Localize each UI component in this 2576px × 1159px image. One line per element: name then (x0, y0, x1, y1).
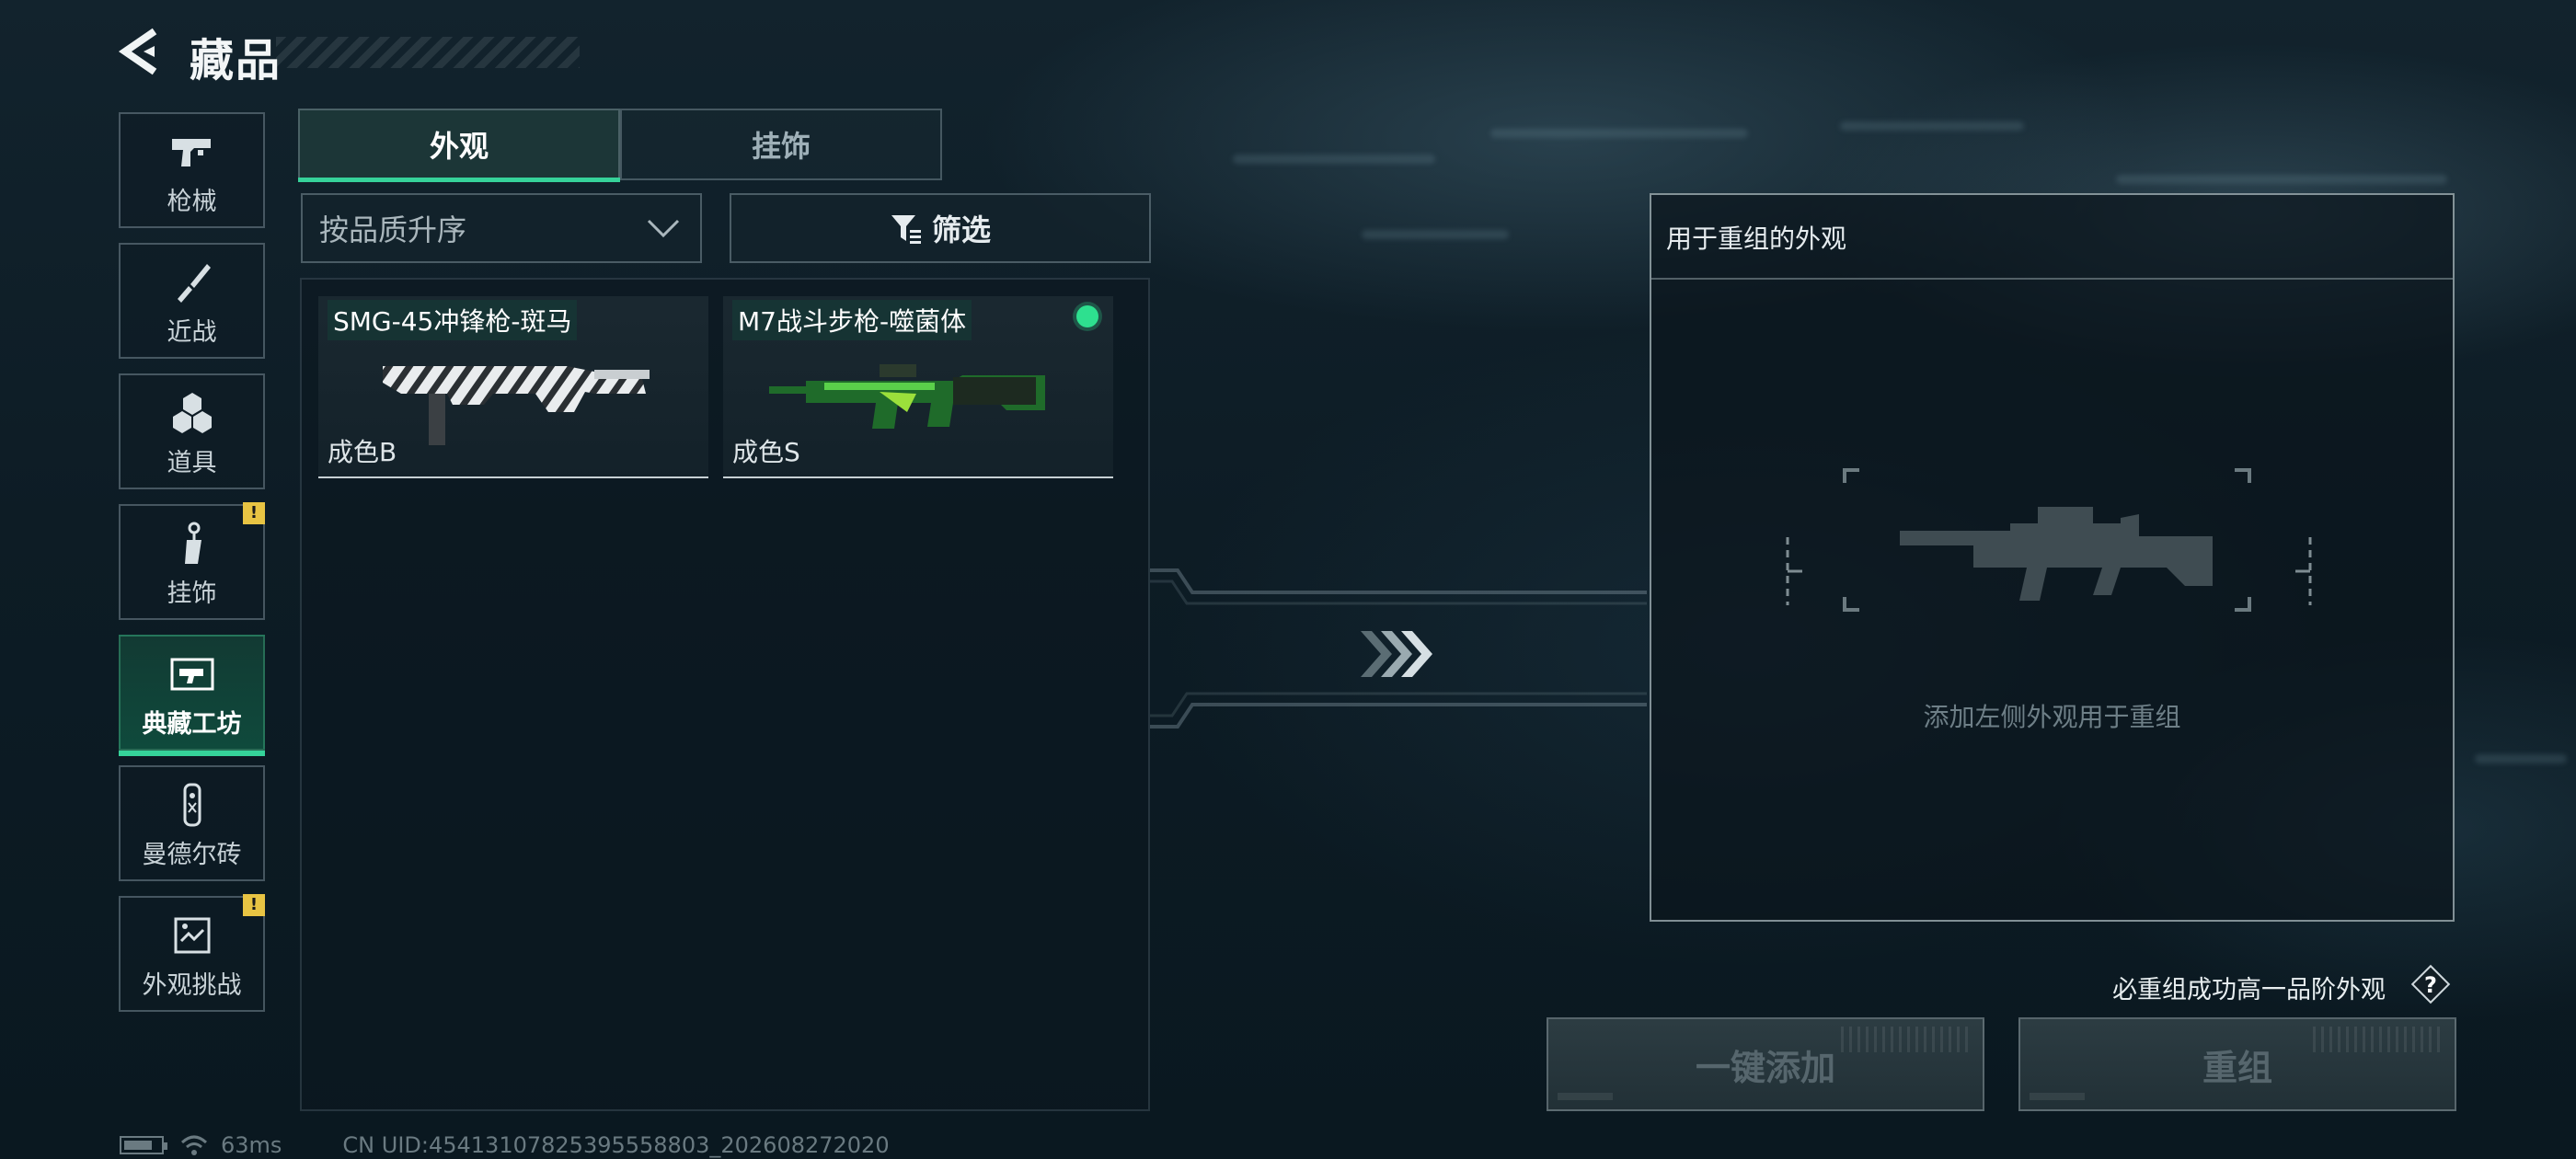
target-placeholder-text: 添加左侧外观用于重组 (1923, 702, 2181, 732)
filter-label: 筛选 (931, 212, 991, 247)
background-streak (1490, 129, 1748, 138)
nav-item-workshop[interactable]: 典藏工坊 (119, 635, 265, 756)
recombine-label: 重组 (2202, 1047, 2272, 1088)
chevron-down-icon (647, 219, 680, 238)
tab-charms[interactable]: 挂饰 (620, 109, 942, 180)
uid-text: CN UID:45413107825395558803_202608272020 (342, 1132, 890, 1158)
sort-dropdown[interactable]: 按品质升序 (301, 193, 702, 263)
nav-item-label: 挂饰 (167, 580, 217, 608)
tab-skins[interactable]: 外观 (298, 109, 620, 182)
nav-item-label: 外观挑战 (142, 971, 242, 1000)
nav-item-melee[interactable]: 近战 (119, 243, 265, 359)
background-streak (1840, 121, 2024, 131)
rifle-phage-image (769, 364, 1045, 429)
grenades-icon (172, 393, 212, 433)
nav-item-guns[interactable]: 枪械 (119, 112, 265, 228)
auto-add-button[interactable]: 一键添加 (1547, 1017, 1984, 1111)
back-arrow-icon[interactable] (118, 26, 164, 77)
skin-card[interactable]: SMG-45冲锋枪-斑马 成色B (318, 296, 708, 478)
background-streak (1233, 155, 1435, 164)
filter-icon (891, 215, 921, 244)
recombine-button[interactable]: 重组 (2018, 1017, 2456, 1111)
pistol-icon (171, 139, 211, 166)
auto-add-label: 一键添加 (1695, 1047, 1835, 1088)
nav-item-challenge[interactable]: 外观挑战 ! (119, 894, 265, 1012)
nav-item-label: 近战 (167, 318, 217, 347)
charm-icon (184, 522, 201, 564)
mandel-brick-icon (183, 783, 201, 827)
guarantee-text: 必重组成功高一品阶外观 (2112, 976, 2386, 1004)
help-icon[interactable]: ? (2410, 964, 2451, 1004)
target-panel-header: 用于重组的外观 (1651, 195, 2453, 280)
skin-list-panel: SMG-45冲锋枪-斑马 成色B M7战斗步枪-噬菌体 成色S (300, 278, 1150, 1111)
rifle-placeholder-icon (1843, 468, 2251, 612)
tab-label: 挂饰 (751, 129, 811, 164)
title-decoration (276, 37, 580, 68)
button-decoration (2030, 1093, 2085, 1100)
nav-item-label: 枪械 (167, 188, 217, 216)
battery-icon (120, 1136, 167, 1154)
skin-grade: 成色S (732, 437, 800, 467)
knife-icon (177, 264, 211, 303)
skin-name: M7战斗步枪-噬菌体 (732, 300, 972, 340)
challenge-icon (174, 917, 210, 954)
workshop-icon (170, 658, 213, 691)
new-indicator-dot (1076, 305, 1098, 327)
background-streak (1362, 230, 1509, 239)
button-decoration (1558, 1093, 1613, 1100)
nav-item-label: 曼德尔砖 (142, 841, 242, 869)
ping-text: 63ms (221, 1132, 282, 1158)
left-bracket-marker (1786, 537, 1802, 605)
alert-badge: ! (243, 502, 265, 524)
nav-item-gear[interactable]: 道具 (119, 373, 265, 489)
alert-badge: ! (243, 894, 265, 916)
filter-button[interactable]: 筛选 (730, 193, 1151, 263)
background-streak (2116, 175, 2447, 184)
nav-item-label: 典藏工坊 (142, 710, 242, 739)
skin-name: SMG-45冲锋枪-斑马 (328, 300, 578, 340)
page-title: 藏品 (190, 35, 282, 86)
status-bar: 63ms CN UID:45413107825395558803_2026082… (120, 1132, 890, 1158)
button-decoration (2313, 1027, 2442, 1052)
chevrons-right-icon (1361, 631, 1432, 677)
nav-item-charms[interactable]: 挂饰 ! (119, 502, 265, 620)
tab-label: 外观 (429, 129, 489, 164)
nav-item-label: 道具 (167, 449, 217, 477)
wifi-icon (180, 1135, 208, 1155)
skin-grade: 成色B (328, 437, 397, 467)
skin-card[interactable]: M7战斗步枪-噬菌体 成色S (723, 296, 1113, 478)
background-streak (2475, 754, 2567, 763)
smg-zebra-image (383, 366, 650, 445)
help-mark: ? (2424, 972, 2437, 998)
right-bracket-marker (2295, 537, 2312, 605)
recombine-target-panel[interactable]: 用于重组的外观 添加左侧外观用于重组 (1650, 193, 2455, 922)
sort-value: 按品质升序 (319, 212, 467, 247)
button-decoration (1841, 1027, 1970, 1052)
nav-item-mandel-brick[interactable]: 曼德尔砖 (119, 765, 265, 881)
